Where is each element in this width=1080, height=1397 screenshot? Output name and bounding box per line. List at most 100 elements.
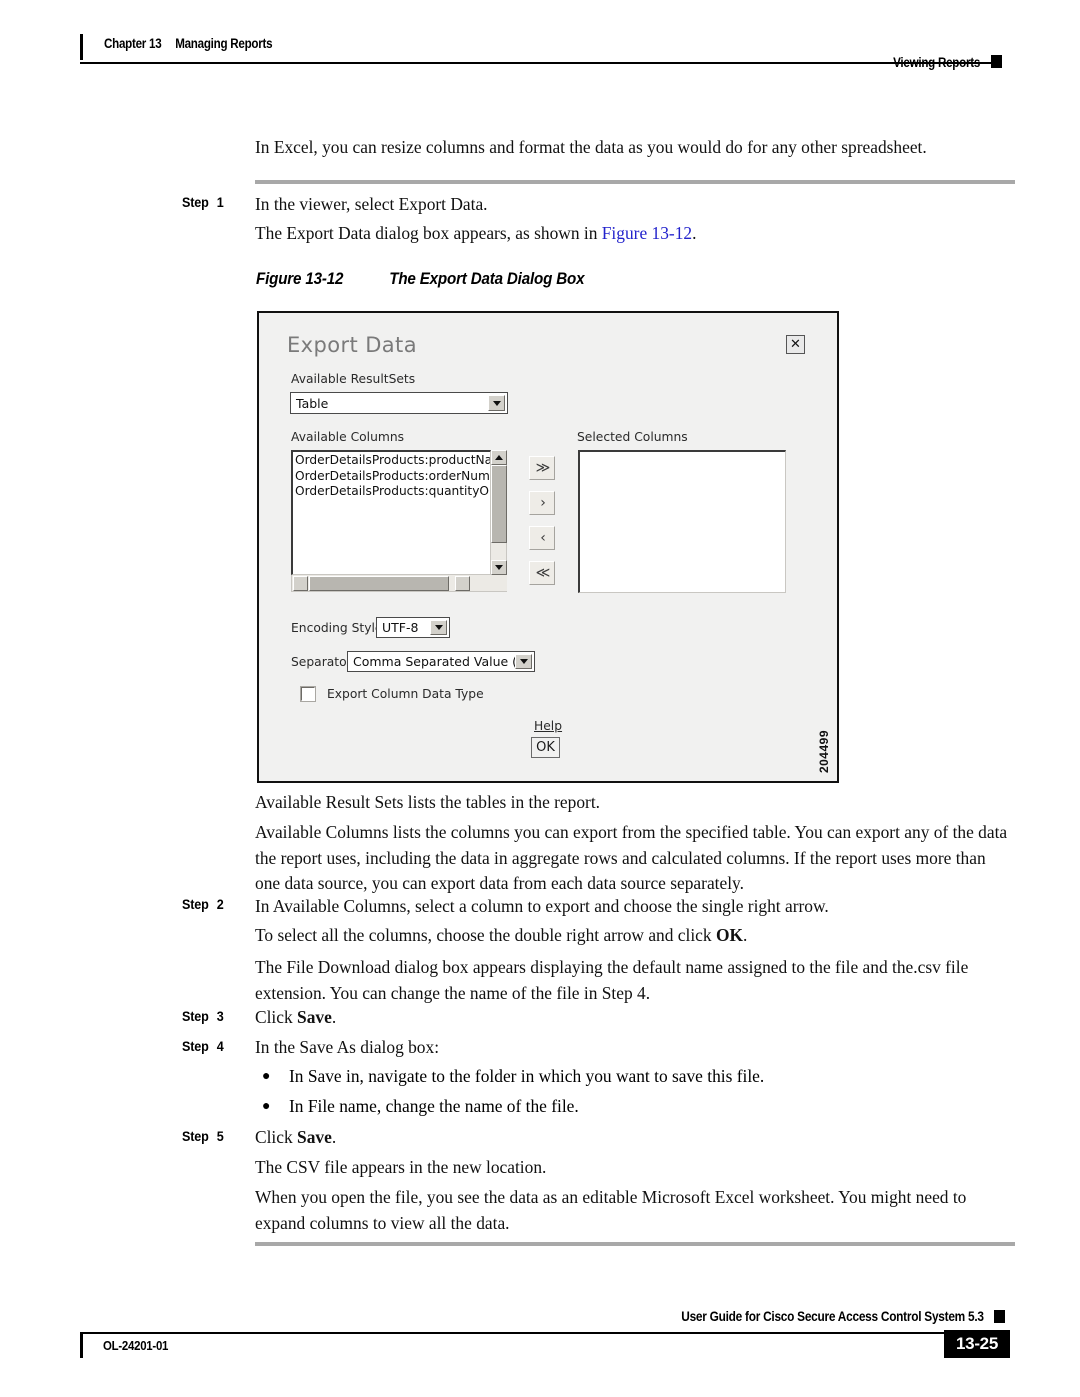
available-columns-label: Available Columns [291,430,405,444]
step-2-result: The File Download dialog box appears dis… [255,957,969,1003]
header-rule [80,62,1000,64]
header-chapter: Chapter 13 Managing Reports [104,36,273,51]
separator-label: Separator [291,655,352,669]
step-5-bold: Save [297,1127,332,1147]
list-item: ● In Save in, navigate to the folder in … [262,1064,1002,1090]
step-4-text: In the Save As dialog box: [255,1037,440,1057]
step-2-sub: To select all the columns, choose the do… [255,923,1015,949]
move-all-left-button[interactable]: ≪ [529,561,555,585]
step-1-label: Step 1 [182,194,224,210]
selected-columns-listbox[interactable] [578,450,786,593]
step-5-suffix: . [331,1127,337,1147]
scroll-left-icon[interactable] [293,576,308,591]
list-item: ● In File name, change the name of the f… [262,1094,1002,1120]
export-column-data-type-checkbox[interactable] [300,686,316,702]
step-5-number: 5 [216,1128,224,1144]
page-footer: User Guide for Cisco Secure Access Contr… [0,1300,1080,1390]
move-left-button[interactable]: ‹ [529,526,555,550]
step-2-word: Step [182,896,209,912]
encoding-style-value: UTF-8 [382,620,419,635]
dialog-title: Export Data [287,333,417,357]
step-2-number: 2 [216,896,224,912]
header-chapter-number: Chapter 13 [104,36,162,51]
help-link[interactable]: Help [534,719,562,733]
footer-left-tick [80,1334,83,1358]
after-figure-paragraph-1: Available Result Sets lists the tables i… [255,792,601,812]
scroll-down-icon[interactable] [491,560,507,575]
step-5-result-1: The CSV file appears in the new location… [255,1157,547,1177]
header-left-tick [80,34,83,60]
list-item[interactable]: OrderDetailsProducts:quantityOrdere [295,484,490,500]
figure-caption: Figure 13-12 The Export Data Dialog Box [256,270,585,289]
bullet-icon: ● [262,1069,271,1084]
available-columns-listbox[interactable]: OrderDetailsProducts:productName OrderDe… [291,450,491,575]
header-section-title: Viewing Reports [893,55,980,70]
export-data-dialog: Export Data ✕ Available ResultSets Table… [259,313,837,781]
figure-xref-link[interactable]: Figure 13-12 [602,223,692,243]
footer-page-number: 13-25 [944,1330,1010,1358]
separator-select[interactable]: Comma Separated Value ( CSV ) [347,651,535,672]
footer-right-square [994,1310,1005,1323]
intro-paragraph: In Excel, you can resize columns and for… [255,137,927,157]
ok-button[interactable]: OK [531,737,560,758]
scroll-up-icon[interactable] [491,450,507,465]
bullet-2-text: In File name, change the name of the fil… [289,1096,579,1116]
step-4-word: Step [182,1038,209,1054]
separator-value: Comma Separated Value ( CSV ) [353,654,515,669]
step-5-text: Click Save. [255,1125,1015,1151]
chevron-down-icon[interactable] [515,654,532,669]
step-3-number: 3 [216,1008,224,1024]
chevron-down-icon[interactable] [488,395,505,411]
available-columns-items: OrderDetailsProducts:productName OrderDe… [293,452,490,574]
step-2-sub-suffix: . [743,925,748,945]
step-5-result-2: When you open the file, you see the data… [255,1187,967,1233]
step-2-label: Step 2 [182,896,224,912]
export-column-data-type-label: Export Column Data Type [327,687,484,701]
close-icon[interactable]: ✕ [786,335,805,354]
step-1-result-suffix: . [692,223,697,243]
available-columns-horizontal-scrollbar[interactable] [291,575,507,592]
step-1-word: Step [182,194,209,210]
page-header: Chapter 13 Managing Reports Viewing Repor… [0,0,1080,90]
step-1-result-prefix: The Export Data dialog box appears, as s… [255,223,602,243]
available-resultsets-select[interactable]: Table [290,392,508,414]
available-columns-vertical-scrollbar[interactable] [491,450,507,575]
step-5-label: Step 5 [182,1128,224,1144]
bullet-icon: ● [262,1099,271,1114]
bullet-1-text: In Save in, navigate to the folder in wh… [289,1066,765,1086]
step-1-text: In the viewer, select Export Data. [255,194,488,214]
encoding-style-select[interactable]: UTF-8 [376,617,450,638]
step-3-prefix: Click [255,1007,298,1027]
footer-rule [80,1332,1000,1334]
step-3-text: Click Save. [255,1005,1015,1031]
step-5-word: Step [182,1128,209,1144]
after-figure-paragraph-2: Available Columns lists the columns you … [255,822,1008,893]
list-item[interactable]: OrderDetailsProducts:orderNumber [295,469,490,485]
step-1-result: The Export Data dialog box appears, as s… [255,221,1015,247]
step-3-label: Step 3 [182,1008,224,1024]
horizontal-scroll-thumb[interactable] [309,576,449,591]
chevron-down-icon[interactable] [430,620,447,635]
footer-guide-title: User Guide for Cisco Secure Access Contr… [681,1309,985,1324]
step-4-label: Step 4 [182,1038,224,1054]
available-resultsets-label: Available ResultSets [291,372,416,386]
step-4-number: 4 [216,1038,224,1054]
list-item[interactable]: OrderDetailsProducts:productName [295,453,490,469]
step-3-suffix: . [331,1007,337,1027]
export-column-data-type-row[interactable]: Export Column Data Type [300,686,484,702]
move-right-button[interactable]: › [529,491,555,515]
footer-doc-id: OL-24201-01 [103,1338,169,1353]
steps-bottom-rule [255,1242,1015,1246]
selected-columns-label: Selected Columns [577,430,688,444]
vertical-scroll-thumb[interactable] [491,465,507,543]
step-2-sub-prefix: To select all the columns, choose the do… [255,925,716,945]
step-2-sub-bold: OK [715,925,744,945]
steps-top-rule [255,180,1015,184]
encoding-style-label: Encoding Style [291,621,383,635]
step-3-word: Step [182,1008,209,1024]
step-2-text: In Available Columns, select a column to… [255,896,829,916]
step-5-prefix: Click [255,1127,298,1147]
scroll-right-icon[interactable] [455,576,470,591]
figure-caption-number: Figure 13-12 [256,270,344,288]
move-all-right-button[interactable]: ≫ [529,456,555,480]
